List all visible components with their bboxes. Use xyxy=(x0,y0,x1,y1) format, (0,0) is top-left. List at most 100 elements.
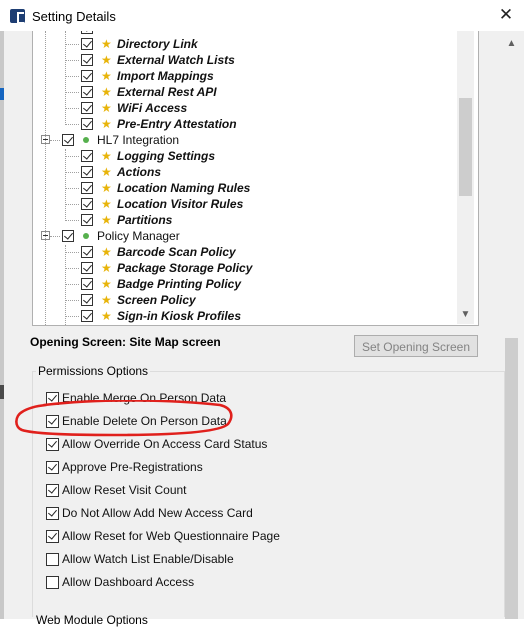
tree-checkbox[interactable] xyxy=(81,70,93,82)
tree-checkbox[interactable] xyxy=(81,246,93,258)
tree-item-row[interactable]: ★ Screen Policy xyxy=(33,293,453,309)
tree-connector xyxy=(65,108,79,109)
permission-option[interactable]: Allow Dashboard Access xyxy=(46,575,346,591)
scroll-down-icon[interactable]: ▼ xyxy=(457,307,474,322)
background-window-edge xyxy=(0,31,4,619)
tree-checkbox[interactable] xyxy=(81,166,93,178)
tree-connector xyxy=(65,60,79,61)
star-icon: ★ xyxy=(101,69,112,83)
tree-connector xyxy=(65,149,66,221)
permission-checkbox[interactable] xyxy=(46,530,59,543)
opening-screen-label: Opening Screen: Site Map screen xyxy=(30,335,221,349)
tree-checkbox[interactable] xyxy=(81,54,93,66)
tree-item-row[interactable]: ★ Package Storage Policy xyxy=(33,261,453,277)
tree-item-row[interactable]: ★ Pre-Entry Attestation xyxy=(33,117,453,133)
tree-item-row[interactable]: ★ Partitions xyxy=(33,213,453,229)
set-opening-screen-button[interactable]: Set Opening Screen xyxy=(354,335,478,357)
star-icon: ★ xyxy=(101,197,112,211)
star-icon: ★ xyxy=(101,293,112,307)
permission-checkbox[interactable] xyxy=(46,484,59,497)
tree-connector xyxy=(65,284,79,285)
tree-checkbox[interactable] xyxy=(81,262,93,274)
tree-item-row[interactable]: ★ Location Naming Rules xyxy=(33,181,453,197)
tree-connector xyxy=(65,92,79,93)
tree-checkbox[interactable] xyxy=(62,230,74,242)
tree-item-row[interactable]: ★ Badge Printing Policy xyxy=(33,277,453,293)
star-icon: ★ xyxy=(101,245,112,259)
tree-connector xyxy=(65,316,79,317)
tree-item-label: Screen Policy xyxy=(117,293,196,307)
star-icon: ★ xyxy=(101,181,112,195)
app-icon xyxy=(10,9,25,24)
status-dot-icon xyxy=(83,137,89,143)
tree-checkbox[interactable] xyxy=(81,310,93,322)
tree-connector xyxy=(65,252,79,253)
dialog-scrollbar-thumb[interactable] xyxy=(505,338,518,619)
status-dot-icon xyxy=(83,233,89,239)
tree-item-label: Import Mappings xyxy=(117,69,214,83)
tree-checkbox[interactable] xyxy=(81,198,93,210)
permission-checkbox[interactable] xyxy=(46,553,59,566)
tree-checkbox[interactable] xyxy=(81,150,93,162)
star-icon: ★ xyxy=(101,277,112,291)
permission-option[interactable]: Approve Pre-Registrations xyxy=(46,460,346,476)
tree-checkbox[interactable] xyxy=(62,134,74,146)
tree-connector xyxy=(65,220,79,221)
tree-item-row[interactable]: ★ WiFi Access xyxy=(33,101,453,117)
permission-checkbox[interactable] xyxy=(46,576,59,589)
tree-group-label: HL7 Integration xyxy=(97,133,180,147)
tree-item-row[interactable]: ★ Sign-in Kiosk Profiles xyxy=(33,309,453,325)
tree-connector xyxy=(65,76,79,77)
tree-checkbox[interactable] xyxy=(81,214,93,226)
tree-item-label: Partitions xyxy=(117,213,173,227)
web-module-options-title: Web Module Options xyxy=(36,613,148,627)
tree-checkbox[interactable] xyxy=(81,38,93,50)
star-icon: ★ xyxy=(101,101,112,115)
tree-item-row[interactable]: ★ Directory Link xyxy=(33,37,453,53)
scroll-up-icon[interactable]: ▲ xyxy=(503,36,520,52)
tree-connector xyxy=(65,204,79,205)
annotation-stroke xyxy=(15,400,233,437)
tree-checkbox[interactable] xyxy=(81,31,93,34)
permission-label: Allow Reset for Web Questionnaire Page xyxy=(62,529,280,543)
tree-item-row[interactable]: ★ Logging Settings xyxy=(33,149,453,165)
tree-checkbox[interactable] xyxy=(81,86,93,98)
tree-checkbox[interactable] xyxy=(81,182,93,194)
annotation-circle xyxy=(15,400,233,437)
tree-group-row[interactable]: Policy Manager xyxy=(33,229,453,245)
tree-checkbox[interactable] xyxy=(81,118,93,130)
tree-item-label: Location Naming Rules xyxy=(117,181,251,195)
tree-checkbox[interactable] xyxy=(81,102,93,114)
tree-checkbox[interactable] xyxy=(81,294,93,306)
permission-option[interactable]: Allow Reset for Web Questionnaire Page xyxy=(46,529,346,545)
permission-label: Do Not Allow Add New Access Card xyxy=(62,506,253,520)
tree-item-row[interactable]: ★ External Rest API xyxy=(33,85,453,101)
tree-item-label: Package Storage Policy xyxy=(117,261,253,275)
tree-checkbox[interactable] xyxy=(81,278,93,290)
tree-item-label: External Rest API xyxy=(117,85,217,99)
tree-item-label: Sign-in Kiosk Profiles xyxy=(117,309,242,323)
tree-item-label: Badge Printing Policy xyxy=(117,277,242,291)
permission-option[interactable]: Allow Reset Visit Count xyxy=(46,483,346,499)
background-window-mark xyxy=(0,88,4,100)
permission-label: Allow Watch List Enable/Disable xyxy=(62,552,234,566)
tree-item-row[interactable]: ★ Actions xyxy=(33,165,453,181)
tree-connector xyxy=(50,236,60,237)
tree-group-row[interactable]: HL7 Integration xyxy=(33,133,453,149)
permission-label: Allow Reset Visit Count xyxy=(62,483,187,497)
permission-option[interactable]: Do Not Allow Add New Access Card xyxy=(46,506,346,522)
permission-checkbox[interactable] xyxy=(46,461,59,474)
star-icon: ★ xyxy=(101,53,112,67)
close-icon[interactable]: ✕ xyxy=(497,6,515,24)
tree-item-row[interactable]: ★ Barcode Scan Policy xyxy=(33,245,453,261)
permission-checkbox[interactable] xyxy=(46,507,59,520)
tree-connector xyxy=(65,124,79,125)
tree-item-row[interactable]: ★ Location Visitor Rules xyxy=(33,197,453,213)
tree-item-row[interactable]: ★ Import Mappings xyxy=(33,69,453,85)
tree-connector xyxy=(65,188,79,189)
tree-item-label: WiFi Access xyxy=(117,101,188,115)
tree-item-row[interactable]: ★ External Watch Lists xyxy=(33,53,453,69)
permission-option[interactable]: Allow Watch List Enable/Disable xyxy=(46,552,346,568)
tree-scrollbar-thumb[interactable] xyxy=(459,98,472,196)
tree-item-label: Location Visitor Rules xyxy=(117,197,244,211)
